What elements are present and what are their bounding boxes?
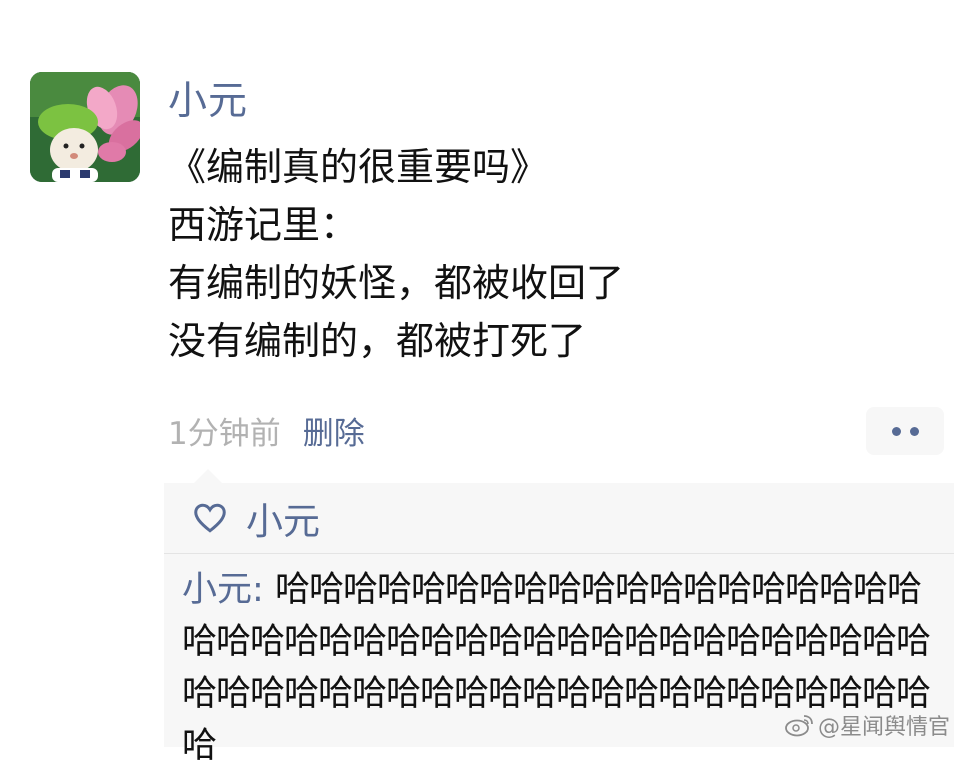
comment-author[interactable]: 小元 [182, 570, 252, 610]
post-author[interactable]: 小元 [168, 76, 960, 128]
more-dots-icon [891, 426, 901, 436]
post-body: 《编制真的很重要吗》 西游记里： 有编制的妖怪，都被收回了 没有编制的，都被打死… [168, 138, 960, 370]
more-button[interactable] [866, 407, 944, 455]
watermark: @星闻舆情官 [784, 709, 950, 741]
comment-separator: : [252, 570, 275, 610]
interaction-panel: 小元 小元: 哈哈哈哈哈哈哈哈哈哈哈哈哈哈哈哈哈哈哈哈哈哈哈哈哈哈哈哈哈哈哈哈哈… [164, 469, 954, 766]
like-name[interactable]: 小元 [246, 491, 320, 545]
post-meta: 1分钟前 删除 [168, 404, 365, 456]
post-line: 有编制的妖怪，都被收回了 [168, 261, 625, 305]
heart-icon [194, 503, 226, 533]
more-dots-icon [909, 426, 919, 436]
delete-link[interactable]: 删除 [303, 408, 365, 453]
post-time: 1分钟前 [168, 415, 281, 452]
likes-row: 小元 [164, 483, 954, 553]
weibo-icon [785, 715, 813, 737]
watermark-text: @星闻舆情官 [817, 715, 950, 740]
panel-arrow [194, 469, 222, 483]
avatar[interactable] [30, 72, 140, 182]
post-line: 没有编制的，都被打死了 [168, 319, 587, 363]
avatar-image [30, 72, 140, 182]
moment-post: 小元 《编制真的很重要吗》 西游记里： 有编制的妖怪，都被收回了 没有编制的，都… [168, 76, 960, 370]
post-line: 西游记里： [168, 203, 359, 247]
post-line: 《编制真的很重要吗》 [168, 145, 549, 189]
